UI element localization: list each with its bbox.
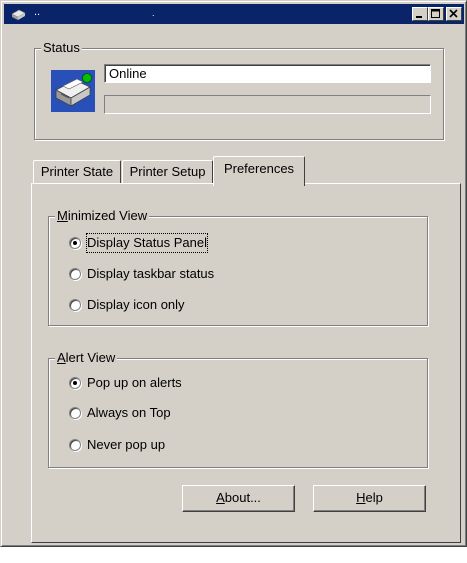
about-button[interactable]: About... [182,485,295,512]
status-group: Status [34,40,444,140]
title-bar[interactable]: .. . [4,4,464,24]
printer-status-icon [51,70,95,112]
status-group-label: Status [41,40,82,56]
radio-button-checked[interactable] [69,377,81,389]
radio-label: Always on Top [87,405,171,420]
close-button[interactable] [446,7,462,21]
radio-button[interactable] [69,268,81,280]
radio-label: Display Status Panel [86,233,208,253]
maximize-button[interactable] [428,7,444,21]
window-title: .. [34,6,41,18]
radio-label: Pop up on alerts [87,375,182,390]
status-text-field: Online [104,64,431,83]
printer-status-window: .. . Status Online Printer State Printer… [0,0,467,547]
tab-printer-state[interactable]: Printer State [33,160,121,184]
minimize-icon [416,16,422,18]
minimize-button[interactable] [412,7,428,21]
radio-button[interactable] [69,299,81,311]
status-progress-bar [104,95,431,114]
help-button[interactable]: Help [313,485,426,512]
radio-button[interactable] [69,407,81,419]
title-text-fragment: . [152,8,155,18]
alert-view-group: Alert View Pop up on alerts Always on To… [48,350,428,468]
minimized-view-group: Minimized View Display Status Panel Disp… [48,208,428,326]
printer-app-icon [11,9,26,20]
radio-label: Display icon only [87,297,185,312]
tab-preferences[interactable]: Preferences [213,156,305,186]
radio-label: Never pop up [87,437,166,452]
maximize-icon [431,9,440,18]
minimized-view-label: Minimized View [55,208,150,224]
radio-label: Display taskbar status [87,266,215,281]
tab-printer-setup[interactable]: Printer Setup [122,160,213,184]
close-icon [449,9,458,18]
radio-button-checked[interactable] [69,237,81,249]
alert-view-label: Alert View [55,350,118,366]
radio-button[interactable] [69,439,81,451]
